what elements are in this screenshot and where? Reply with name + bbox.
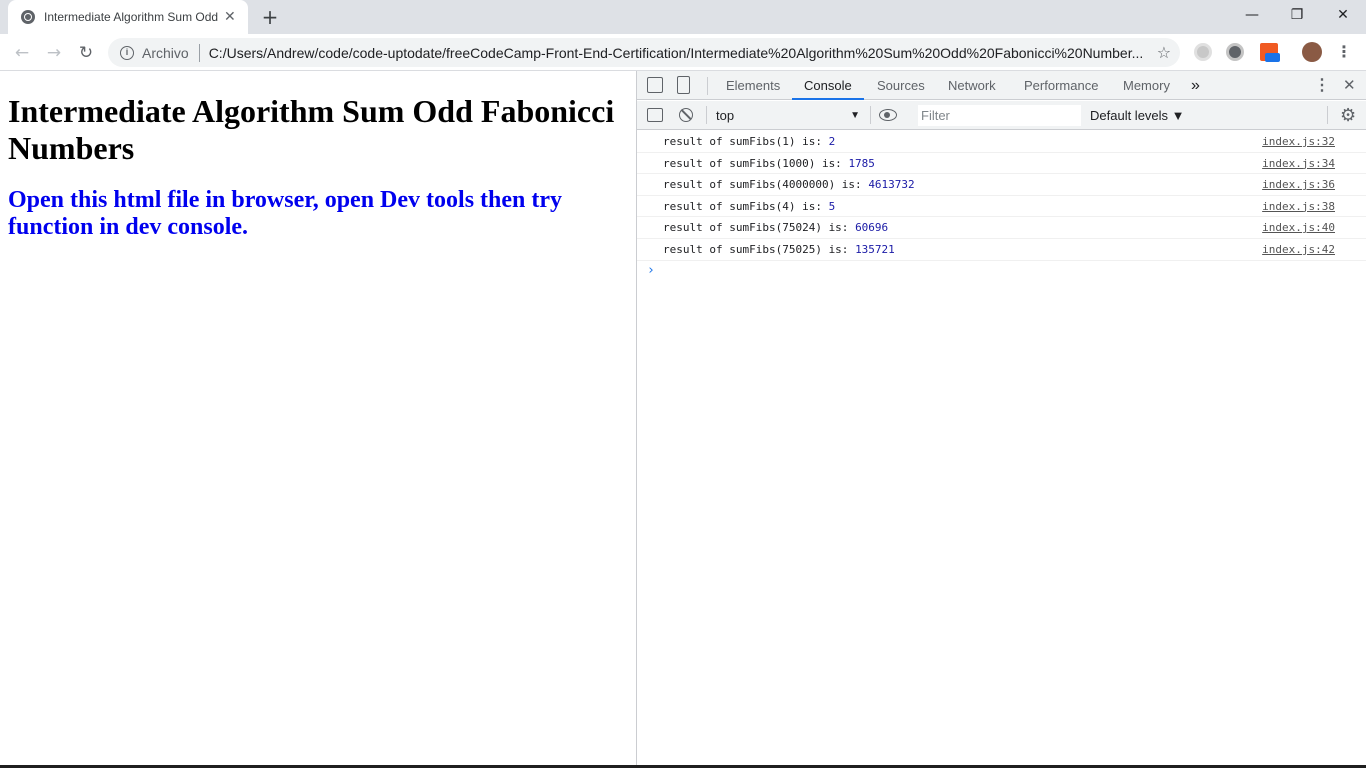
log-message: result of sumFibs(4000000) is: 4613732 xyxy=(663,178,915,192)
reload-button[interactable]: ↻ xyxy=(74,41,98,65)
browser-tab[interactable]: Intermediate Algorithm Sum Odd Fabonicci… xyxy=(8,0,248,34)
log-source-link[interactable]: index.js:42 xyxy=(1262,239,1335,260)
info-icon[interactable]: i xyxy=(120,45,134,60)
log-source-link[interactable]: index.js:34 xyxy=(1262,153,1335,174)
forward-button[interactable]: → xyxy=(42,41,66,65)
more-tabs-icon[interactable]: » xyxy=(1191,71,1200,100)
log-message: result of sumFibs(1) is: 2 xyxy=(663,135,836,148)
log-value: 5 xyxy=(828,199,836,213)
tab-console[interactable]: Console xyxy=(792,71,864,100)
log-value: 1785 xyxy=(848,156,875,170)
context-dropdown-icon: ▼ xyxy=(850,110,860,121)
page-subtitle: Open this html file in browser, open Dev… xyxy=(8,187,563,240)
extension-on-icon[interactable] xyxy=(1260,43,1280,62)
log-message: result of sumFibs(4) is: 5 xyxy=(663,199,836,213)
inspect-element-icon[interactable] xyxy=(647,77,663,93)
context-selector[interactable]: top ▼ xyxy=(716,105,860,126)
extension-dark-mode-icon[interactable] xyxy=(1226,43,1244,61)
log-source-link[interactable]: index.js:32 xyxy=(1262,131,1335,152)
console-log-row: result of sumFibs(1) is: 2 index.js:32 xyxy=(637,131,1366,153)
device-toolbar-icon[interactable] xyxy=(677,76,690,94)
log-source-link[interactable]: index.js:38 xyxy=(1262,196,1335,217)
console-output: result of sumFibs(1) is: 2 index.js:32 r… xyxy=(637,131,1366,283)
url-text[interactable]: C:/Users/Andrew/code/code-uptodate/freeC… xyxy=(209,45,1149,61)
console-log-row: result of sumFibs(1000) is: 1785 index.j… xyxy=(637,153,1366,175)
context-value: top xyxy=(716,108,735,123)
tab-network[interactable]: Network xyxy=(948,71,996,100)
console-log-row: result of sumFibs(75024) is: 60696 index… xyxy=(637,217,1366,239)
extension-opera-icon[interactable] xyxy=(1194,43,1212,61)
bookmark-star-icon[interactable]: ☆ xyxy=(1157,43,1171,62)
log-levels-dropdown[interactable]: Default levels ▼ xyxy=(1090,105,1185,126)
log-message: result of sumFibs(75024) is: 60696 xyxy=(663,221,889,235)
page-title: Intermediate Algorithm Sum Odd Fabonicci… xyxy=(8,93,615,166)
browser-menu-icon[interactable]: ⋮ xyxy=(1336,42,1352,62)
devtools-tabbar: Elements Console Sources Network Perform… xyxy=(637,71,1366,100)
console-toolbar: top ▼ Filter Default levels ▼ ⚙ xyxy=(637,101,1366,130)
sidebar-toggle-icon[interactable] xyxy=(647,108,663,122)
browser-toolbar: ← → ↻ i Archivo C:/Users/Andrew/code/cod… xyxy=(0,34,1366,71)
log-value: 4613732 xyxy=(868,178,915,192)
log-source-link[interactable]: index.js:40 xyxy=(1262,217,1335,238)
devtools-close-icon[interactable]: ✕ xyxy=(1343,71,1356,100)
url-scheme-label: Archivo xyxy=(142,44,189,61)
devtools-menu-icon[interactable]: ⋮ xyxy=(1314,71,1330,100)
toolbar-divider-2 xyxy=(870,106,871,124)
avatar[interactable] xyxy=(1302,42,1322,62)
tab-title: Intermediate Algorithm Sum Odd Fabonicci… xyxy=(44,10,219,24)
devtools-panel: Elements Console Sources Network Perform… xyxy=(636,71,1366,766)
minimize-button[interactable]: — xyxy=(1229,0,1275,30)
tab-close-icon[interactable]: ✕ xyxy=(224,10,236,24)
tab-strip: Intermediate Algorithm Sum Odd Fabonicci… xyxy=(0,0,1366,34)
log-value: 2 xyxy=(828,135,836,148)
omnibox-divider xyxy=(198,43,200,62)
console-prompt[interactable]: › xyxy=(637,261,1366,283)
eye-pupil xyxy=(884,111,890,118)
restore-button[interactable]: ❐ xyxy=(1274,0,1320,30)
console-log-row: result of sumFibs(4000000) is: 4613732 i… xyxy=(637,174,1366,196)
toolbar-divider xyxy=(706,106,707,124)
tabbar-divider xyxy=(707,77,708,95)
tab-sources[interactable]: Sources xyxy=(877,71,925,100)
live-expression-eye-icon[interactable] xyxy=(879,109,897,121)
console-log-row: result of sumFibs(75025) is: 135721 inde… xyxy=(637,239,1366,261)
new-tab-button[interactable]: + xyxy=(258,6,282,28)
prompt-chevron-icon: › xyxy=(647,262,655,278)
window-close-button[interactable]: ✕ xyxy=(1320,0,1366,30)
log-value: 60696 xyxy=(855,221,889,235)
log-source-link[interactable]: index.js:36 xyxy=(1262,174,1335,195)
tab-memory[interactable]: Memory xyxy=(1123,71,1170,100)
extension-on-badge xyxy=(1265,53,1280,62)
log-value: 135721 xyxy=(855,242,895,256)
log-message: result of sumFibs(1000) is: 1785 xyxy=(663,156,875,170)
clear-console-icon[interactable] xyxy=(679,108,693,122)
globe-icon xyxy=(21,10,35,24)
web-page: Intermediate Algorithm Sum Odd Fabonicci… xyxy=(0,71,636,766)
tab-performance[interactable]: Performance xyxy=(1024,71,1098,100)
address-bar[interactable]: i Archivo C:/Users/Andrew/code/code-upto… xyxy=(108,38,1180,67)
tab-elements[interactable]: Elements xyxy=(726,71,780,100)
console-filter-input[interactable]: Filter xyxy=(918,105,1081,126)
console-log-row: result of sumFibs(4) is: 5 index.js:38 xyxy=(637,196,1366,218)
clear-console-slash xyxy=(680,109,691,120)
log-message: result of sumFibs(75025) is: 135721 xyxy=(663,242,895,256)
console-settings-gear-icon[interactable]: ⚙ xyxy=(1340,105,1356,126)
back-button[interactable]: ← xyxy=(10,41,34,65)
toolbar-divider-3 xyxy=(1327,106,1328,124)
